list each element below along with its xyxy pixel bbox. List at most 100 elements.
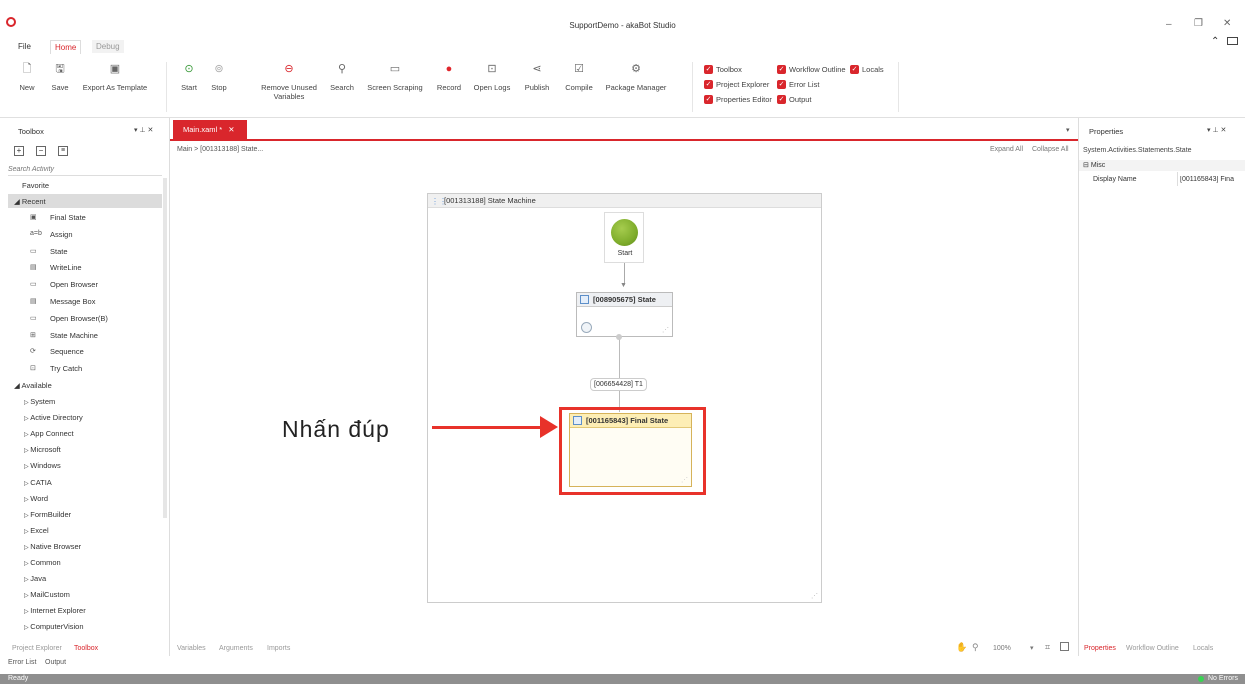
- try-catch-icon: ⊡: [30, 365, 36, 373]
- toolbox-item[interactable]: ▭ State: [30, 247, 160, 259]
- properties-editor-checkbox[interactable]: ✓ Properties Editor: [704, 95, 772, 104]
- toolbox-category[interactable]: ▷ App Connect: [24, 429, 74, 438]
- search-button[interactable]: ⚲ Search: [328, 62, 356, 92]
- toolbox-category-label: Native Browser: [30, 541, 82, 551]
- panel-pin-icon[interactable]: ▾ ⊥ ✕: [1207, 126, 1226, 134]
- tab-debug[interactable]: Debug: [92, 40, 124, 53]
- final-state-card[interactable]: [001165843] Final State ⋰: [569, 413, 692, 487]
- close-button[interactable]: ✕: [1223, 18, 1231, 29]
- tab-properties[interactable]: Properties: [1084, 645, 1116, 652]
- tab-home[interactable]: Home: [50, 40, 82, 54]
- open-logs-button[interactable]: ⊡ Open Logs: [472, 62, 512, 92]
- search-activity-input[interactable]: [8, 163, 162, 176]
- toolbox-item[interactable]: ▤ Message Box: [30, 297, 160, 309]
- screen-scraping-button[interactable]: ▭ Screen Scraping: [366, 62, 424, 92]
- toolbox-category[interactable]: ▷ Word: [24, 494, 48, 503]
- expand-tree-icon[interactable]: +: [14, 146, 24, 156]
- tab-output[interactable]: Output: [45, 659, 66, 666]
- toolbox-item[interactable]: ⊞ State Machine: [30, 331, 160, 343]
- record-button[interactable]: ● Record: [434, 62, 464, 92]
- ribbon-separator: [692, 62, 693, 112]
- tab-locals[interactable]: Locals: [1193, 645, 1213, 652]
- toolbox-checkbox[interactable]: ✓ Toolbox: [704, 65, 742, 74]
- state-header[interactable]: [008905675] State: [577, 293, 672, 307]
- toolbox-category[interactable]: ▷ Common: [24, 558, 61, 567]
- toolbox-item[interactable]: a=b Assign: [30, 230, 160, 242]
- collapse-tree-icon[interactable]: −: [36, 146, 46, 156]
- locals-checkbox[interactable]: ✓ Locals: [850, 65, 884, 74]
- toolbox-category[interactable]: ▷ Java: [24, 574, 46, 583]
- checkmark-icon: ✓: [777, 95, 786, 104]
- stop-icon: ⊚: [214, 63, 224, 75]
- toolbox-item-label: Assign: [50, 229, 73, 239]
- final-state-header[interactable]: [001165843] Final State: [570, 414, 691, 428]
- start-circle: [611, 219, 638, 246]
- export-template-button[interactable]: ▣ Export As Template: [80, 62, 150, 92]
- new-button[interactable]: 🗋 New: [18, 62, 36, 92]
- toolbox-category[interactable]: ▷ Microsoft: [24, 445, 61, 454]
- toolbox-category[interactable]: ▷ Native Browser: [24, 542, 81, 551]
- toolbox-category[interactable]: ▷ CATIA: [24, 478, 52, 487]
- tab-dropdown-icon[interactable]: ▾: [1066, 126, 1070, 134]
- panel-pin-icon[interactable]: ▾ ⊥ ✕: [134, 126, 153, 134]
- package-manager-button[interactable]: ⚙ Package Manager: [604, 62, 668, 92]
- restore-button[interactable]: ❐: [1194, 18, 1203, 29]
- tab-main-xaml[interactable]: Main.xaml * ✕: [173, 120, 247, 139]
- toolbox-category[interactable]: ▷ Windows: [24, 461, 61, 470]
- toolbox-category-label: Common: [30, 558, 61, 567]
- property-name: Display Name: [1093, 176, 1137, 183]
- toolbox-category[interactable]: ▷ Internet Explorer: [24, 606, 86, 615]
- close-tab-icon[interactable]: ✕: [228, 125, 234, 134]
- scrollbar[interactable]: [163, 178, 167, 518]
- stop-button[interactable]: ⊚ Stop: [208, 62, 230, 92]
- collapse-all-link[interactable]: Collapse All: [1032, 146, 1069, 153]
- error-list-checkbox[interactable]: ✓ Error List: [777, 80, 819, 89]
- toolbox-item[interactable]: ▭ Open Browser(B): [30, 314, 160, 326]
- tab-error-list[interactable]: Error List: [8, 659, 36, 666]
- state-card[interactable]: [008905675] State ⋰: [576, 292, 673, 337]
- save-button[interactable]: 🖫 Save: [50, 62, 70, 92]
- resize-grip-icon[interactable]: ⋰: [681, 476, 688, 484]
- tab-toolbox[interactable]: Toolbox: [74, 645, 98, 652]
- display-name-field[interactable]: [1180, 173, 1244, 185]
- transition-label[interactable]: [006654428] T1: [590, 378, 647, 391]
- start-node[interactable]: Start: [604, 212, 644, 263]
- toolbox-category[interactable]: ▷ Active Directory: [24, 413, 83, 422]
- toolbox-category[interactable]: ▷ System: [24, 397, 55, 406]
- toolbox-category[interactable]: ▷ Excel: [24, 526, 49, 535]
- toolbox-category[interactable]: ▷ MailCustom: [24, 590, 70, 599]
- toolbox-category[interactable]: ▷ ComputerVision: [24, 622, 84, 631]
- project-explorer-checkbox[interactable]: ✓ Project Explorer: [704, 80, 769, 89]
- ribbon-separator: [166, 62, 167, 112]
- favorite-item[interactable]: Favorite: [22, 181, 49, 190]
- list-view-icon[interactable]: ≡: [58, 146, 68, 156]
- collapse-ribbon-icon[interactable]: ⌃: [1211, 36, 1219, 47]
- misc-category[interactable]: ⊟ Misc: [1079, 160, 1245, 171]
- toolbox-item[interactable]: ⊡ Try Catch: [30, 364, 160, 376]
- minimize-button[interactable]: –: [1166, 19, 1172, 30]
- toolbox-item[interactable]: ▤ WriteLine: [30, 263, 160, 275]
- workflow-outline-checkbox[interactable]: ✓ Workflow Outline: [777, 65, 846, 74]
- available-label[interactable]: ◢ Available: [14, 381, 52, 390]
- tab-project-explorer[interactable]: Project Explorer: [12, 645, 62, 652]
- toolbox-title: Toolbox: [18, 127, 44, 136]
- screen-icon[interactable]: [1227, 37, 1238, 45]
- compile-button[interactable]: ☑ Compile: [562, 62, 596, 92]
- toolbox-category[interactable]: ▷ FormBuilder: [24, 510, 71, 519]
- output-checkbox[interactable]: ✓ Output: [777, 95, 812, 104]
- toolbox-item[interactable]: ⟳ Sequence: [30, 347, 160, 359]
- toolbox-item-label: WriteLine: [50, 263, 82, 273]
- resize-grip-icon[interactable]: ⋰: [811, 592, 818, 600]
- state-machine-header[interactable]: ⋮⋮ [001313188] State Machine: [428, 194, 821, 208]
- tab-workflow-outline[interactable]: Workflow Outline: [1126, 645, 1179, 652]
- toolbox-item[interactable]: ▭ Open Browser: [30, 280, 160, 292]
- expand-all-link[interactable]: Expand All: [990, 146, 1023, 153]
- tab-file[interactable]: File: [14, 40, 35, 53]
- start-button[interactable]: ⊙ Start: [178, 62, 200, 92]
- status-text: Ready: [8, 675, 29, 682]
- publish-button[interactable]: ⋖ Publish: [522, 62, 552, 92]
- breadcrumb[interactable]: Main > [001313188] State...: [177, 146, 263, 153]
- resize-grip-icon[interactable]: ⋰: [662, 326, 669, 334]
- toolbox-item[interactable]: ▣ Final State: [30, 213, 160, 225]
- remove-unused-variables-button[interactable]: ⊖ Remove Unused Variables: [258, 62, 320, 101]
